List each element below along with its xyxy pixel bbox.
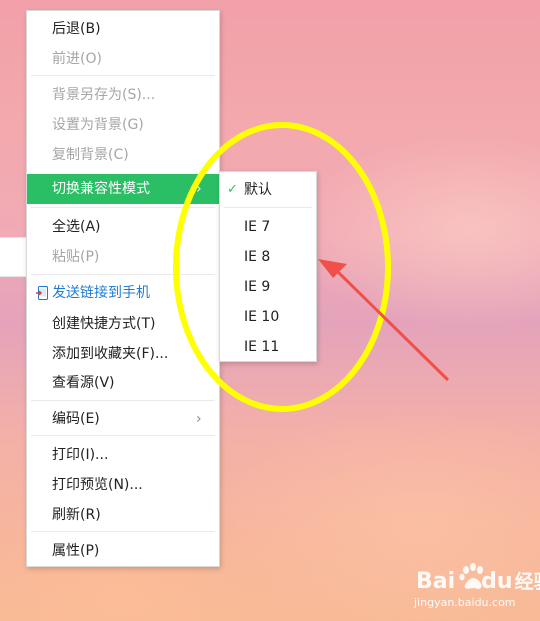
- menu-item-print-preview[interactable]: 打印预览(N)...: [27, 470, 219, 500]
- menu-item-label: 查看源(V): [52, 375, 115, 391]
- menu-item-copy-background[interactable]: 复制背景(C): [27, 140, 219, 170]
- chevron-right-icon: ›: [196, 411, 202, 427]
- menu-separator: [31, 207, 215, 208]
- submenu-item-default[interactable]: ✓ 默认: [220, 175, 316, 205]
- page-background-panel: [0, 237, 26, 277]
- submenu-item-ie11[interactable]: IE 11: [220, 332, 316, 362]
- submenu-item-label: IE 7: [244, 219, 271, 235]
- menu-item-label: 复制背景(C): [52, 147, 129, 163]
- menu-item-refresh[interactable]: 刷新(R): [27, 500, 219, 530]
- menu-item-save-background[interactable]: 背景另存为(S)...: [27, 80, 219, 110]
- menu-item-label: 前进(O): [52, 51, 102, 67]
- menu-item-label: 属性(P): [52, 543, 100, 559]
- watermark-brand-du: du: [481, 569, 513, 594]
- menu-item-label: 后退(B): [52, 21, 101, 37]
- menu-item-label: 发送链接到手机: [52, 285, 150, 301]
- submenu-item-ie8[interactable]: IE 8: [220, 242, 316, 272]
- menu-item-send-to-phone[interactable]: 发送链接到手机: [27, 278, 219, 308]
- submenu-item-label: IE 11: [244, 339, 280, 355]
- menu-item-label: 打印预览(N)...: [52, 477, 143, 493]
- menu-item-label: 创建快捷方式(T): [52, 316, 156, 332]
- submenu-item-label: 默认: [244, 182, 272, 198]
- watermark-brand-bai: Bai: [416, 569, 456, 594]
- menu-separator: [31, 531, 215, 532]
- arrow-icon: [318, 259, 450, 382]
- menu-item-label: 设置为背景(G): [52, 117, 144, 133]
- submenu-item-ie10[interactable]: IE 10: [220, 302, 316, 332]
- menu-item-compatibility-mode[interactable]: 切换兼容性模式 ›: [27, 174, 219, 204]
- submenu-item-label: IE 8: [244, 249, 271, 265]
- menu-item-forward[interactable]: 前进(O): [27, 44, 219, 74]
- submenu-item-ie9[interactable]: IE 9: [220, 272, 316, 302]
- submenu-item-label: IE 10: [244, 309, 280, 325]
- menu-separator: [31, 400, 215, 401]
- submenu-separator: [224, 207, 312, 208]
- menu-item-create-shortcut[interactable]: 创建快捷方式(T): [27, 309, 219, 339]
- phone-send-icon: [36, 286, 48, 300]
- context-menu: 后退(B) 前进(O) 背景另存为(S)... 设置为背景(G) 复制背景(C)…: [26, 10, 220, 567]
- menu-item-label: 刷新(R): [52, 507, 101, 523]
- menu-item-label: 粘贴(P): [52, 249, 100, 265]
- menu-item-paste[interactable]: 粘贴(P): [27, 242, 219, 272]
- menu-item-add-favorites[interactable]: 添加到收藏夹(F)...: [27, 339, 219, 369]
- menu-item-label: 切换兼容性模式: [52, 181, 150, 197]
- watermark-brand: Baidu经验: [416, 567, 540, 594]
- menu-item-label: 背景另存为(S)...: [52, 87, 156, 103]
- check-icon: ✓: [227, 182, 238, 197]
- menu-item-set-background[interactable]: 设置为背景(G): [27, 110, 219, 140]
- submenu-item-ie7[interactable]: IE 7: [220, 212, 316, 242]
- submenu-item-label: IE 9: [244, 279, 271, 295]
- menu-item-label: 打印(I)...: [52, 447, 109, 463]
- menu-item-label: 添加到收藏夹(F)...: [52, 346, 169, 362]
- menu-separator: [31, 75, 215, 76]
- menu-item-select-all[interactable]: 全选(A): [27, 212, 219, 242]
- menu-item-label: 全选(A): [52, 219, 101, 235]
- chevron-right-icon: ›: [196, 181, 202, 197]
- watermark-suffix: 经验: [514, 571, 540, 593]
- compatibility-submenu: ✓ 默认 IE 7 IE 8 IE 9 IE 10 IE 11: [219, 171, 317, 362]
- menu-item-properties[interactable]: 属性(P): [27, 536, 219, 566]
- watermark-url: jingyan.baidu.com: [414, 596, 516, 609]
- menu-item-view-source[interactable]: 查看源(V): [27, 368, 219, 398]
- menu-item-encoding[interactable]: 编码(E) ›: [27, 404, 219, 434]
- menu-separator: [31, 274, 215, 275]
- menu-item-back[interactable]: 后退(B): [27, 14, 219, 44]
- menu-item-label: 编码(E): [52, 411, 100, 427]
- menu-item-print[interactable]: 打印(I)...: [27, 440, 219, 470]
- menu-separator: [31, 435, 215, 436]
